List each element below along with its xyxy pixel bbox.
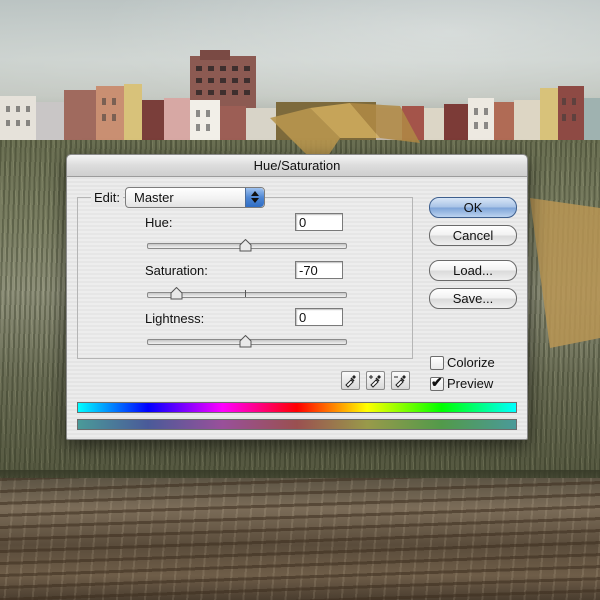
lightness-slider-thumb[interactable]	[239, 335, 252, 348]
lightness-label: Lightness:	[145, 311, 205, 326]
eyedropper-plus-icon	[369, 375, 381, 388]
saturation-input[interactable]	[295, 261, 343, 279]
eyedropper-button[interactable]	[341, 371, 360, 390]
cancel-button[interactable]: Cancel	[429, 225, 517, 246]
save-button[interactable]: Save...	[429, 288, 517, 309]
load-button[interactable]: Load...	[429, 260, 517, 281]
lightness-input[interactable]	[295, 308, 343, 326]
saturation-slider-thumb[interactable]	[170, 287, 183, 300]
hue-input[interactable]	[295, 213, 343, 231]
edit-label: Edit:	[91, 190, 124, 205]
eyedropper-icon	[345, 375, 356, 388]
eyedropper-minus-button[interactable]	[391, 371, 410, 390]
eyedropper-minus-icon	[394, 375, 406, 388]
colorize-label: Colorize	[447, 355, 495, 370]
eyedropper-plus-button[interactable]	[366, 371, 385, 390]
dialog-title: Hue/Saturation	[253, 158, 341, 173]
checkmark-icon: ✔	[431, 374, 443, 390]
saturation-center-tick	[245, 290, 246, 297]
edit-channel-select[interactable]: Master	[125, 187, 265, 208]
dialog-titlebar[interactable]: Hue/Saturation	[67, 155, 527, 177]
hue-slider-thumb[interactable]	[239, 239, 252, 252]
hue-label: Hue:	[145, 215, 173, 230]
edit-channel-value: Master	[134, 190, 174, 205]
output-hue-spectrum-bar	[77, 419, 517, 430]
colorize-checkbox[interactable]	[430, 356, 444, 370]
ok-button[interactable]: OK	[429, 197, 517, 218]
hue-saturation-dialog: Hue/Saturation Edit: Master Hue: Saturat…	[66, 154, 528, 440]
preview-checkbox[interactable]: ✔	[430, 374, 444, 391]
input-hue-spectrum-bar	[77, 402, 517, 413]
soil-layer	[0, 478, 600, 600]
saturation-label: Saturation:	[145, 263, 208, 278]
preview-label: Preview	[447, 376, 494, 391]
select-arrows-icon	[245, 188, 264, 207]
